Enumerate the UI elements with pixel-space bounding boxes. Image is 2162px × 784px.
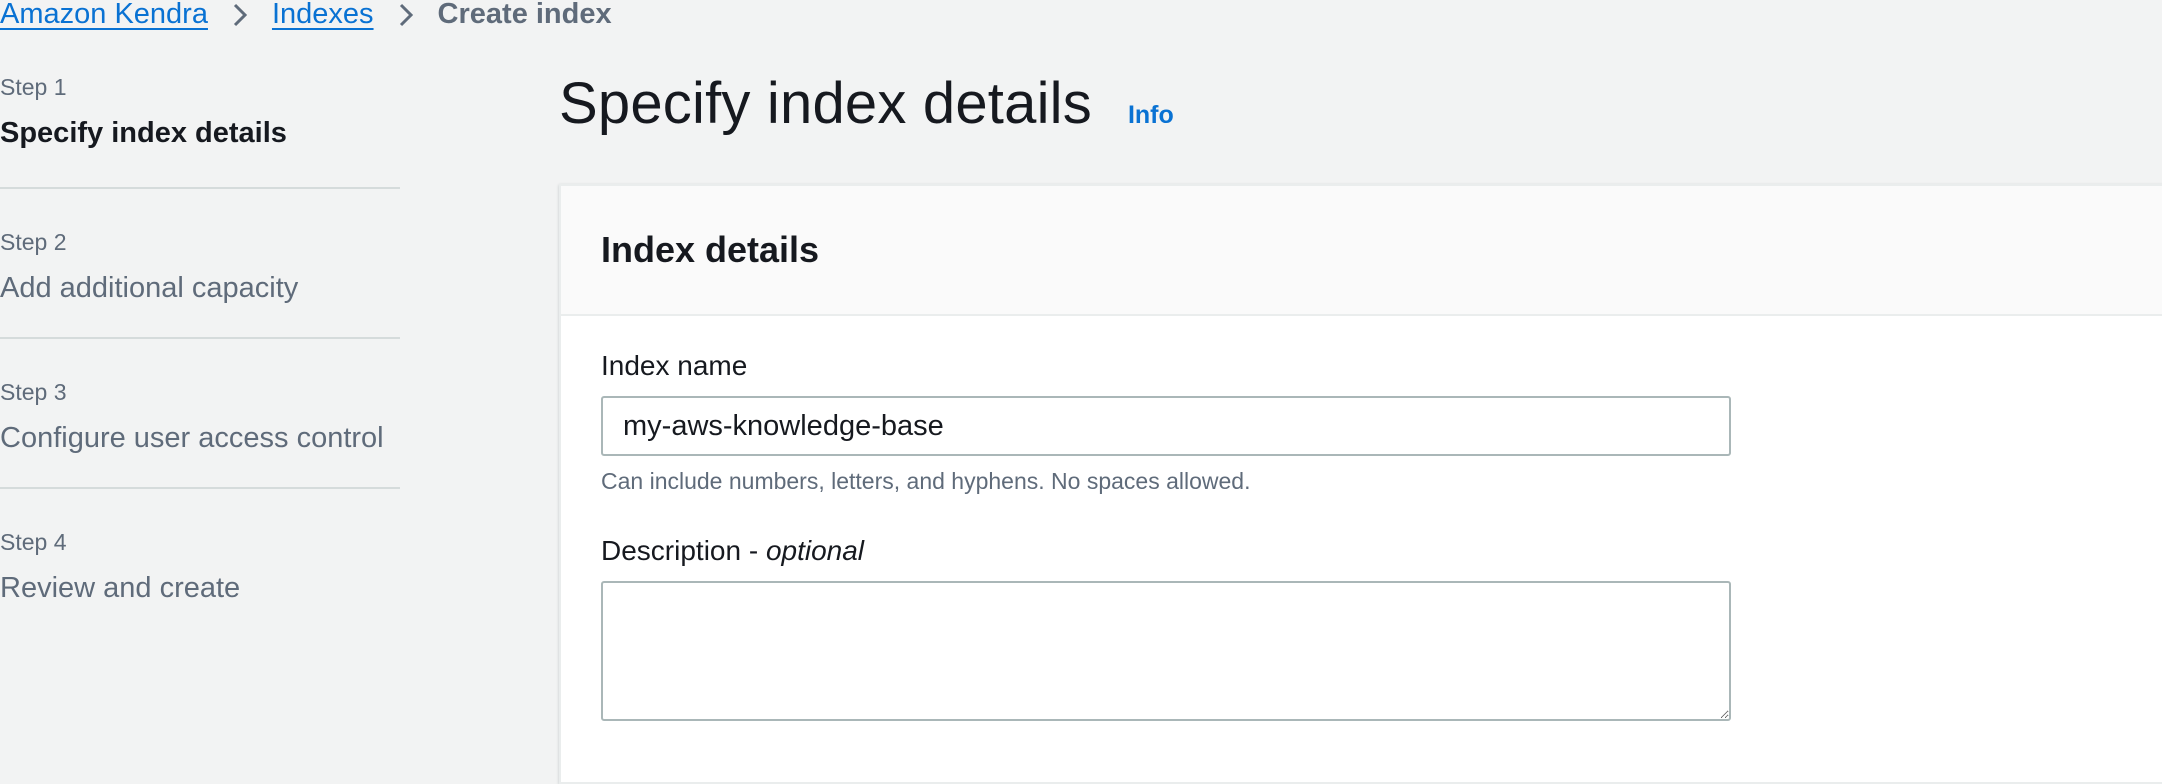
breadcrumb: Amazon Kendra Indexes Create index (0, 0, 612, 34)
breadcrumb-indexes[interactable]: Indexes (272, 0, 374, 31)
page-header: Specify index details Info (559, 70, 1174, 137)
panel-header: Index details (561, 186, 2162, 316)
step-number: Step 1 (0, 74, 67, 100)
step-4[interactable]: Step 4 Review and create (0, 489, 400, 639)
step-number: Step 3 (0, 379, 67, 405)
panel-body: Index name Can include numbers, letters,… (561, 316, 2162, 726)
step-title[interactable]: Review and create (0, 572, 400, 605)
wizard-steps-nav: Step 1 Specify index details Step 2 Add … (0, 70, 400, 639)
breadcrumb-amazon-kendra[interactable]: Amazon Kendra (0, 0, 208, 31)
index-name-input[interactable] (601, 396, 1731, 456)
index-name-label: Index name (601, 350, 748, 381)
chevron-right-icon (208, 0, 272, 31)
info-link[interactable]: Info (1128, 101, 1174, 130)
description-textarea[interactable] (601, 581, 1731, 721)
index-name-constraint: Can include numbers, letters, and hyphen… (601, 468, 1251, 494)
step-2[interactable]: Step 2 Add additional capacity (0, 189, 400, 339)
description-label: Description - optional (601, 535, 2162, 567)
index-details-panel: Index details Index name Can include num… (559, 184, 2162, 784)
description-optional-label: optional (765, 535, 865, 566)
step-title[interactable]: Configure user access control (0, 422, 400, 455)
step-3[interactable]: Step 3 Configure user access control (0, 339, 400, 489)
step-number: Step 2 (0, 229, 67, 255)
step-1: Step 1 Specify index details (0, 70, 400, 189)
description-label-text: Description - (601, 535, 766, 566)
chevron-right-icon (374, 0, 438, 31)
step-title: Specify index details (0, 117, 287, 149)
breadcrumb-create-index: Create index (437, 0, 612, 30)
step-title[interactable]: Add additional capacity (0, 272, 400, 305)
panel-title: Index details (601, 229, 820, 270)
page-title: Specify index details (559, 71, 1092, 136)
step-number: Step 4 (0, 529, 67, 555)
